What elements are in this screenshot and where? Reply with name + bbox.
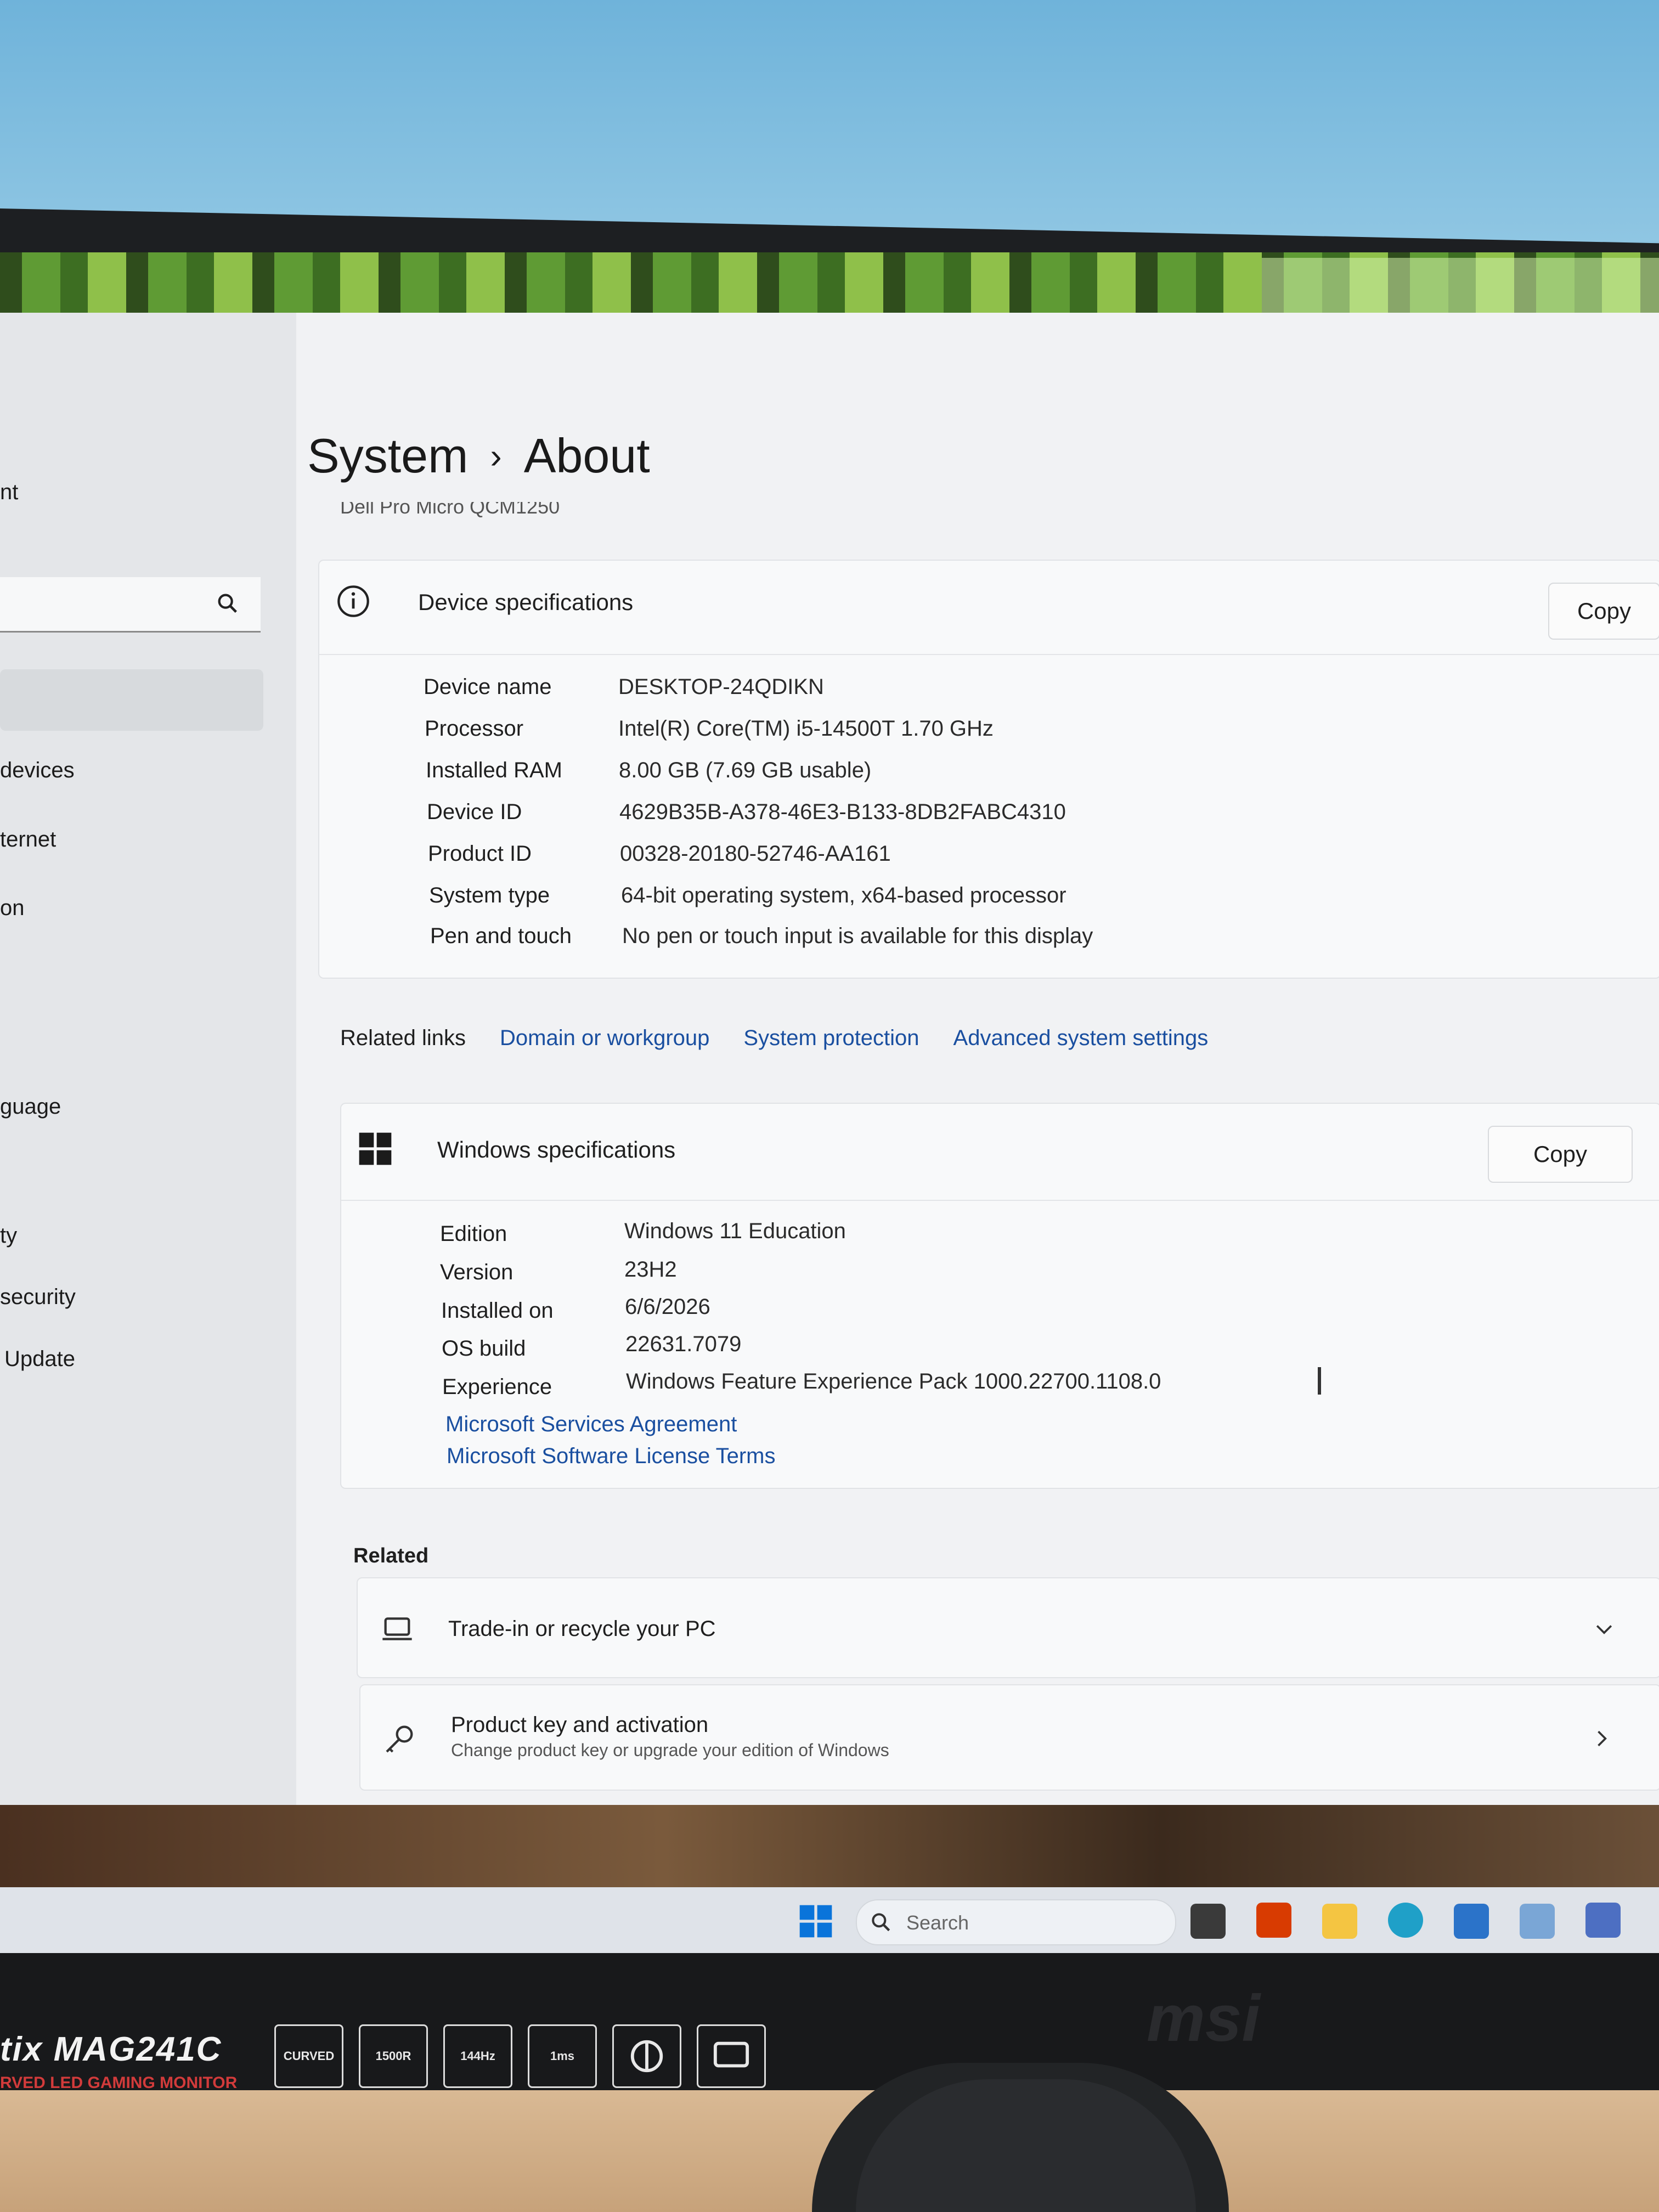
product-key-activation-title: Product key and activation	[451, 1713, 709, 1737]
spec-value: DESKTOP-24QDIKN	[618, 675, 824, 699]
product-key-activation-subtitle: Change product key or upgrade your editi…	[451, 1740, 889, 1760]
sidebar-item-windows-update[interactable]: Update	[4, 1347, 75, 1372]
device-model-label: Dell Pro Micro QCM1250	[340, 502, 560, 518]
windows-logo-icon	[359, 1132, 392, 1165]
spec-label: Version	[440, 1260, 514, 1284]
file-explorer-icon[interactable]	[1322, 1904, 1357, 1939]
settings-sidebar: nt devices ternet on guage ty security U…	[0, 313, 296, 1832]
spec-value: 6/6/2026	[625, 1295, 710, 1319]
sidebar-item-network[interactable]: ternet	[0, 827, 56, 852]
sidebar-item-language[interactable]: guage	[0, 1094, 61, 1119]
system-protection-link[interactable]: System protection	[743, 1026, 919, 1051]
spec-label: Installed on	[441, 1299, 554, 1323]
monitor-feature-badges: CURVED 1500R 144Hz 1ms	[274, 2024, 766, 2088]
spec-value: 00328-20180-52746-AA161	[620, 842, 891, 866]
taskbar: Search	[0, 1887, 1659, 1953]
spec-value: Intel(R) Core(TM) i5-14500T 1.70 GHz	[618, 716, 994, 741]
spec-value: 23H2	[624, 1257, 677, 1282]
monitor-subtitle: RVED LED GAMING MONITOR	[0, 2074, 238, 2092]
settings-window: nt devices ternet on guage ty security U…	[0, 313, 1659, 1832]
laptop-icon	[382, 1617, 412, 1640]
info-icon	[337, 585, 369, 617]
card-divider	[319, 654, 1659, 655]
spec-label: Device name	[424, 675, 552, 699]
trade-in-recycle-row[interactable]: Trade-in or recycle your PC	[357, 1577, 1659, 1678]
related-links-bar: Related links Domain or workgroup System…	[340, 1026, 1208, 1051]
task-view-icon[interactable]	[1190, 1904, 1226, 1939]
curved-badge: CURVED	[274, 2024, 343, 2088]
windows-specs-copy-button[interactable]: Copy	[1488, 1126, 1633, 1183]
page-title: About	[523, 428, 650, 483]
advanced-system-settings-link[interactable]: Advanced system settings	[953, 1026, 1209, 1051]
spec-value: 64-bit operating system, x64-based proce…	[621, 883, 1066, 907]
sidebar-item-devices[interactable]: devices	[0, 758, 75, 783]
taskbar-search-placeholder: Search	[906, 1911, 969, 1934]
spec-value: 4629B35B-A378-46E3-B133-8DB2FABC4310	[619, 800, 1066, 824]
spec-label: Edition	[440, 1222, 507, 1246]
text-cursor-icon	[1318, 1367, 1321, 1395]
spec-label: Installed RAM	[426, 758, 562, 782]
microsoft-services-agreement-link[interactable]: Microsoft Services Agreement	[445, 1412, 737, 1437]
1ms-badge: 1ms	[528, 2024, 597, 2088]
card-divider	[341, 1200, 1659, 1201]
edge-icon[interactable]	[1388, 1903, 1423, 1938]
sidebar-item-accessibility[interactable]: ty	[0, 1223, 17, 1248]
monitor-bezel-bottom	[0, 1953, 1659, 2090]
settings-main: System › About Dell Pro Micro QCM1250 De…	[296, 313, 1659, 1832]
sidebar-item-system-selected[interactable]	[0, 669, 263, 731]
spec-value: Windows Feature Experience Pack 1000.227…	[626, 1369, 1161, 1393]
spec-value: Windows 11 Education	[624, 1219, 846, 1243]
trade-in-recycle-title: Trade-in or recycle your PC	[448, 1617, 716, 1641]
spec-label: System type	[429, 883, 550, 907]
sidebar-account-label: nt	[0, 480, 19, 504]
app-icon[interactable]	[1585, 1903, 1621, 1938]
spec-label: Product ID	[428, 842, 532, 866]
search-icon	[872, 1913, 890, 1932]
spec-value: 8.00 GB (7.69 GB usable)	[619, 758, 872, 782]
msi-logo: msi	[1147, 1982, 1260, 2055]
breadcrumb-separator-icon: ›	[490, 436, 502, 476]
domain-or-workgroup-link[interactable]: Domain or workgroup	[500, 1026, 709, 1051]
wall-background	[0, 0, 1659, 241]
1500r-badge: 1500R	[359, 2024, 428, 2088]
windows-specifications-title[interactable]: Windows specifications	[437, 1137, 675, 1163]
store-icon[interactable]	[1454, 1904, 1489, 1939]
related-links-label: Related links	[340, 1026, 466, 1050]
gaming-osd-badge	[697, 2024, 766, 2088]
spec-value: 22631.7079	[625, 1332, 742, 1356]
device-specifications-title[interactable]: Device specifications	[418, 589, 633, 616]
spec-label: Processor	[425, 716, 524, 741]
start-icon[interactable]	[798, 1904, 833, 1939]
related-heading: Related	[353, 1544, 429, 1567]
device-specs-copy-button[interactable]: Copy	[1548, 583, 1659, 640]
spec-label: Device ID	[427, 800, 522, 824]
spec-label: Experience	[442, 1375, 552, 1399]
search-icon[interactable]	[215, 591, 240, 616]
taskbar-search-input[interactable]: Search	[856, 1899, 1176, 1945]
windows-specifications-card: Windows specifications Copy Edition Wind…	[340, 1103, 1659, 1489]
sidebar-item-privacy-security[interactable]: security	[0, 1285, 76, 1310]
spec-label: OS build	[442, 1336, 526, 1361]
chevron-right-icon[interactable]	[1589, 1726, 1613, 1751]
spec-label: Pen and touch	[430, 924, 572, 948]
office-icon[interactable]	[1256, 1903, 1291, 1938]
microsoft-software-license-terms-link[interactable]: Microsoft Software License Terms	[447, 1444, 775, 1469]
sidebar-item-personalization[interactable]: on	[0, 896, 25, 921]
chevron-down-icon[interactable]	[1592, 1617, 1616, 1641]
breadcrumb-system[interactable]: System	[307, 428, 468, 484]
photos-icon[interactable]	[1520, 1904, 1555, 1939]
device-specifications-card: Device specifications Copy Device name D…	[318, 560, 1659, 979]
product-key-activation-row[interactable]: Product key and activation Change produc…	[359, 1684, 1659, 1791]
spec-value: No pen or touch input is available for t…	[622, 924, 1093, 948]
breadcrumb: System › About	[307, 428, 650, 484]
monitor-model-label: tix MAG241C	[0, 2030, 222, 2068]
key-icon	[386, 1725, 413, 1753]
144hz-badge: 144Hz	[443, 2024, 512, 2088]
frameless-badge	[612, 2024, 681, 2088]
